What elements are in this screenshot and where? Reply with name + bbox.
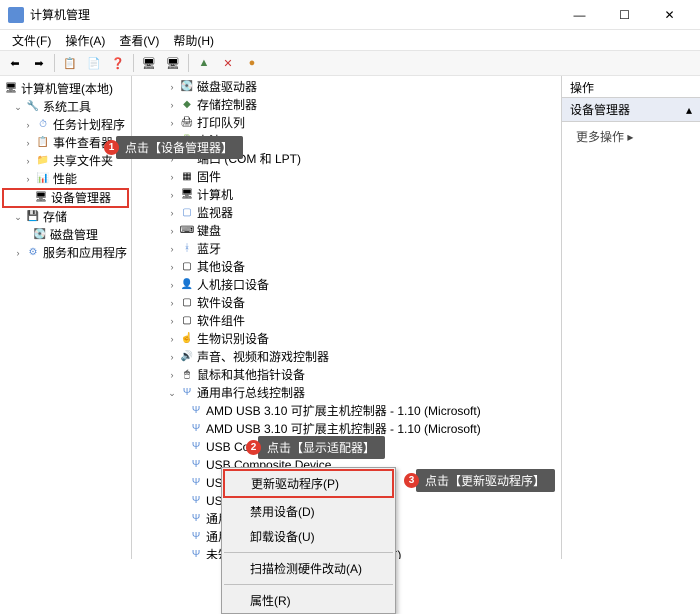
menu-help[interactable]: 帮助(H) [167,30,220,51]
ctx-scan[interactable]: 扫描检测硬件改动(A) [222,556,395,581]
app-icon [8,7,24,23]
actions-section[interactable]: 设备管理器 ▴ [562,98,700,122]
callout-text-2: 点击【显示适配器】 [267,439,375,456]
maximize-button[interactable]: ☐ [602,0,647,30]
callout-num-2: 2 [246,440,261,455]
ctx-uninstall[interactable]: 卸载设备(U) [222,524,395,549]
tool-button-8[interactable]: ● [241,52,263,74]
dev-storage-ctrl[interactable]: ›◆存储控制器 [132,96,561,114]
callout-1: 1 点击【设备管理器】 [116,136,243,159]
tool-button-6[interactable]: ▲ [193,52,215,74]
ctx-update-driver[interactable]: 更新驱动程序(P) [223,469,394,498]
tree-root[interactable]: 🖥计算机管理(本地) [2,80,129,98]
tool-button-5[interactable]: 🖥 [162,52,184,74]
dev-audio-video-game[interactable]: ›🔊声音、视频和游戏控制器 [132,348,561,366]
dev-disk-drives[interactable]: ›💽磁盘驱动器 [132,78,561,96]
tool-button-3[interactable]: ❓ [107,52,129,74]
ctx-separator [224,584,393,585]
dev-usb-item[interactable]: ΨAMD USB 3.10 可扩展主机控制器 - 1.10 (Microsoft… [132,402,561,420]
dev-soft-components[interactable]: ›▢软件组件 [132,312,561,330]
tree-disk-mgmt[interactable]: 💽磁盘管理 [2,226,129,244]
dev-keyboard[interactable]: ›⌨键盘 [132,222,561,240]
tree-sys-tools[interactable]: ⌄🔧系统工具 [2,98,129,116]
callout-num-1: 1 [104,140,119,155]
dev-print-queue[interactable]: ›🖨打印队列 [132,114,561,132]
ctx-disable[interactable]: 禁用设备(D) [222,499,395,524]
tree-device-manager[interactable]: 🖥设备管理器 [2,188,129,208]
toolbar: ⬅ ➡ 📋 📄 ❓ 🖥 🖥 ▲ ✕ ● [0,50,700,76]
dev-firmware[interactable]: ›▦固件 [132,168,561,186]
context-menu: 更新驱动程序(P) 禁用设备(D) 卸载设备(U) 扫描检测硬件改动(A) 属性… [221,467,396,614]
dev-usb-ctrl[interactable]: ⌄Ψ通用串行总线控制器 [132,384,561,402]
chevron-right-icon: ▸ [627,130,633,144]
actions-panel: 操作 设备管理器 ▴ 更多操作 ▸ [562,76,700,559]
tool-button-2[interactable]: 📄 [83,52,105,74]
tool-button-1[interactable]: 📋 [59,52,81,74]
callout-num-3: 3 [404,473,419,488]
tree-task-sched[interactable]: ›⏱任务计划程序 [2,116,129,134]
callout-text-3: 点击【更新驱动程序】 [425,472,545,489]
tool-button-4[interactable]: 🖥 [138,52,160,74]
dev-soft-devices[interactable]: ›▢软件设备 [132,294,561,312]
close-button[interactable]: ✕ [647,0,692,30]
actions-header: 操作 [562,76,700,98]
menubar: 文件(F) 操作(A) 查看(V) 帮助(H) [0,30,700,50]
dev-hid[interactable]: ›👤人机接口设备 [132,276,561,294]
tool-button-7[interactable]: ✕ [217,52,239,74]
tree-storage[interactable]: ⌄💾存储 [2,208,129,226]
actions-section-label: 设备管理器 [570,101,630,118]
callout-text-1: 点击【设备管理器】 [125,139,233,156]
collapse-icon[interactable]: ▴ [686,103,692,117]
more-actions[interactable]: 更多操作 ▸ [562,122,700,151]
titlebar: 计算机管理 — ☐ ✕ [0,0,700,30]
dev-monitor[interactable]: ›▢监视器 [132,204,561,222]
callout-3: 3 点击【更新驱动程序】 [416,469,555,492]
dev-mouse[interactable]: ›🖱鼠标和其他指针设备 [132,366,561,384]
nav-back-button[interactable]: ⬅ [4,52,26,74]
ctx-properties[interactable]: 属性(R) [222,588,395,613]
minimize-button[interactable]: — [557,0,602,30]
menu-file[interactable]: 文件(F) [6,30,57,51]
dev-computer[interactable]: ›🖥计算机 [132,186,561,204]
menu-view[interactable]: 查看(V) [113,30,165,51]
nav-fwd-button[interactable]: ➡ [28,52,50,74]
window-title: 计算机管理 [30,6,90,23]
ctx-separator [224,552,393,553]
menu-action[interactable]: 操作(A) [59,30,111,51]
dev-bluetooth[interactable]: ›ᚼ蓝牙 [132,240,561,258]
tree-services[interactable]: ›⚙服务和应用程序 [2,244,129,262]
dev-other[interactable]: ›▢其他设备 [132,258,561,276]
tree-perf[interactable]: ›📊性能 [2,170,129,188]
dev-biometric[interactable]: ›☝生物识别设备 [132,330,561,348]
callout-2: 2 点击【显示适配器】 [258,436,385,459]
